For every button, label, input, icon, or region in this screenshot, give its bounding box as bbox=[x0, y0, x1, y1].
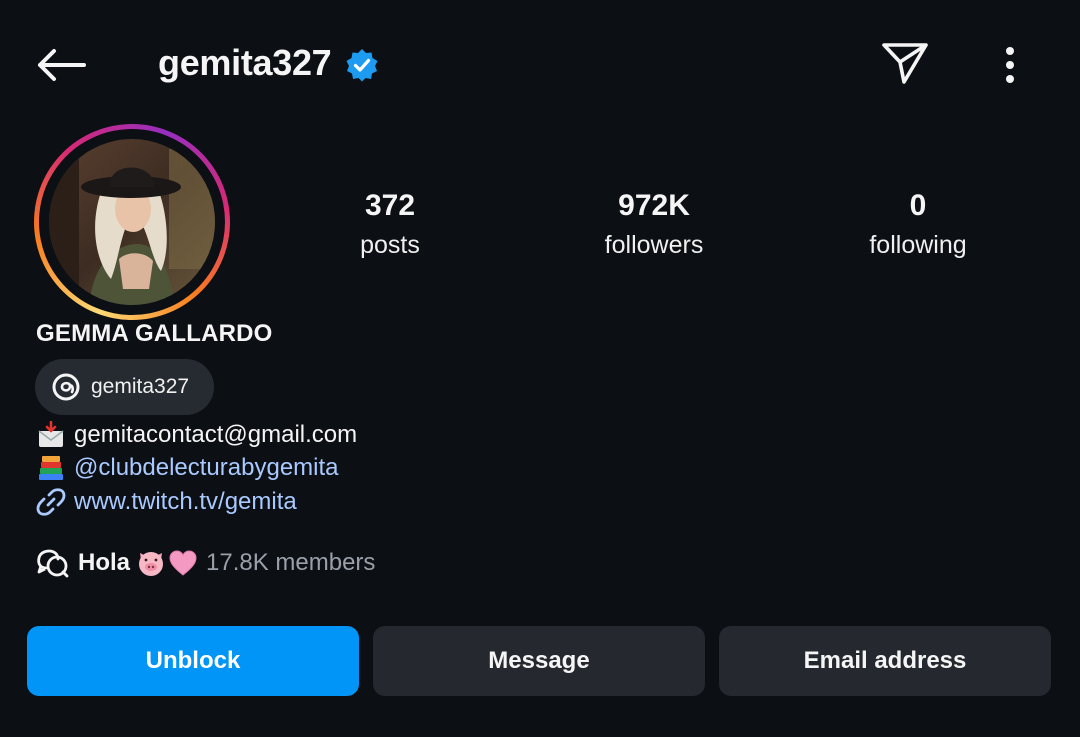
stat-followers-label: followers bbox=[604, 231, 704, 259]
bio-link-line: www.twitch.tv/gemita bbox=[36, 486, 297, 518]
stat-posts[interactable]: 372 posts bbox=[290, 186, 490, 264]
books-icon bbox=[36, 453, 66, 483]
profile-username: gemita327 bbox=[158, 42, 332, 83]
unblock-button[interactable]: Unblock bbox=[27, 626, 359, 696]
channel-members: 17.8K members bbox=[206, 549, 376, 576]
stat-following[interactable]: 0 following bbox=[818, 186, 1018, 264]
broadcast-channel[interactable]: Hola 17.8K members bbox=[36, 546, 375, 580]
verified-badge-icon bbox=[346, 49, 378, 82]
stat-followers[interactable]: 972K followers bbox=[554, 186, 754, 264]
paper-plane-icon bbox=[882, 43, 928, 84]
pink-heart-icon bbox=[169, 550, 197, 576]
bio-mention-line: @clubdelecturabygemita bbox=[36, 452, 339, 484]
pig-face-icon bbox=[139, 552, 164, 576]
back-button[interactable] bbox=[30, 40, 92, 90]
threads-icon bbox=[52, 373, 80, 401]
chat-bubbles-icon bbox=[37, 549, 69, 578]
inbox-tray-icon bbox=[36, 420, 66, 450]
more-vertical-icon bbox=[1006, 47, 1014, 83]
stat-posts-value: 372 bbox=[364, 189, 416, 222]
profile-page: gemita327 372 posts 972K followers 0 fol… bbox=[0, 0, 1080, 737]
stat-posts-label: posts bbox=[360, 231, 420, 259]
more-options-button[interactable] bbox=[990, 40, 1030, 90]
stat-followers-value: 972K bbox=[618, 189, 690, 222]
link-icon bbox=[36, 487, 66, 517]
threads-badge[interactable]: gemita327 bbox=[35, 359, 214, 415]
stat-following-value: 0 bbox=[909, 189, 927, 222]
bio-mention-link[interactable]: @clubdelecturabygemita bbox=[74, 452, 339, 484]
story-ring[interactable] bbox=[34, 124, 230, 320]
bio-website-link[interactable]: www.twitch.tv/gemita bbox=[74, 486, 297, 518]
bio-email-text: gemitacontact@gmail.com bbox=[74, 421, 358, 448]
avatar bbox=[49, 139, 215, 305]
share-button[interactable] bbox=[876, 36, 934, 90]
back-arrow-icon bbox=[38, 49, 86, 81]
avatar-photo bbox=[49, 139, 215, 305]
stat-following-label: following bbox=[869, 231, 967, 259]
message-button[interactable]: Message bbox=[373, 626, 705, 696]
bio-email-line: gemitacontact@gmail.com bbox=[36, 419, 357, 451]
channel-name: Hola bbox=[78, 549, 131, 576]
threads-handle: gemita327 bbox=[91, 375, 190, 398]
email-address-button[interactable]: Email address bbox=[719, 626, 1051, 696]
profile-full-name: GEMMA GALLARDO bbox=[36, 320, 273, 347]
